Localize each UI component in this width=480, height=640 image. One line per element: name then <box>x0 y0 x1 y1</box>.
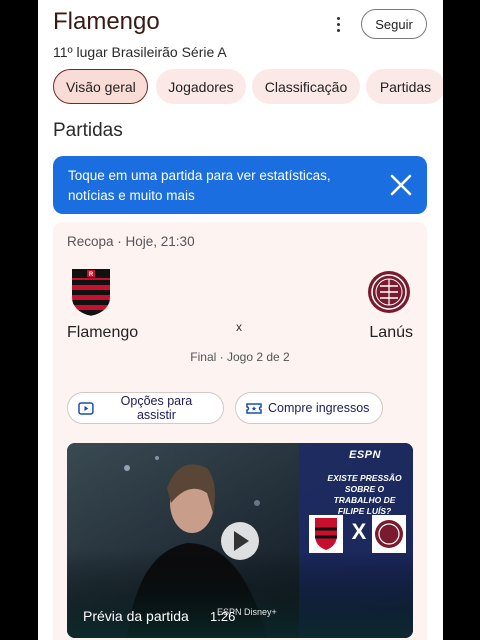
section-title: Partidas <box>53 120 123 141</box>
buy-tickets-button[interactable]: Compre ingressos <box>235 392 383 424</box>
info-banner[interactable]: Toque em uma partida para ver estatístic… <box>53 156 427 214</box>
tab-visao-geral[interactable]: Visão geral <box>53 69 148 104</box>
lanus-crest-icon <box>368 271 410 313</box>
team-standing: 11º lugar Brasileirão Série A <box>53 44 227 60</box>
tab-jogadores[interactable]: Jogadores <box>156 69 246 104</box>
match-card[interactable]: Recopa · Hoje, 21:30 R Flamengo x Lanús … <box>53 222 427 640</box>
video-headline: EXISTE PRESSÃO SOBRE O TRABALHO DE FILIP… <box>327 473 402 516</box>
more-vert-icon[interactable] <box>326 12 350 36</box>
home-team-name: Flamengo <box>67 324 139 341</box>
video-duration: 1:26 <box>210 609 236 624</box>
away-team-name: Lanús <box>369 324 413 341</box>
follow-button[interactable]: Seguir <box>361 9 427 39</box>
banner-text: Toque em uma partida para ver estatístic… <box>68 168 331 203</box>
tab-bar: Visão geral Jogadores Classificação Part… <box>53 69 443 105</box>
video-icon <box>78 401 94 415</box>
versus-label: x <box>236 320 242 334</box>
match-meta: Recopa · Hoje, 21:30 <box>67 234 195 249</box>
match-preview-video[interactable]: X ESPN Disney+ ESPN EXISTE PRESSÃO SOBRE… <box>67 443 413 638</box>
close-icon[interactable] <box>389 173 413 197</box>
team-title: Flamengo <box>53 8 160 35</box>
match-stage: Final · Jogo 2 de 2 <box>190 350 290 364</box>
video-vs-text: X <box>352 519 367 544</box>
buy-tickets-label: Compre ingressos <box>268 401 370 415</box>
tab-partidas[interactable]: Partidas <box>366 69 443 104</box>
watch-options-label: Opções para assistir <box>120 394 193 422</box>
flamengo-crest-icon: R <box>72 269 110 316</box>
page: Flamengo 11º lugar Brasileirão Série A S… <box>38 0 443 640</box>
espn-logo: ESPN <box>349 449 381 461</box>
svg-text:R: R <box>89 272 94 278</box>
tab-classificacao[interactable]: Classificação <box>252 69 360 104</box>
video-title: Prévia da partida <box>83 608 189 624</box>
ticket-icon <box>246 402 262 414</box>
watch-options-button[interactable]: Opções para assistir <box>67 392 224 424</box>
